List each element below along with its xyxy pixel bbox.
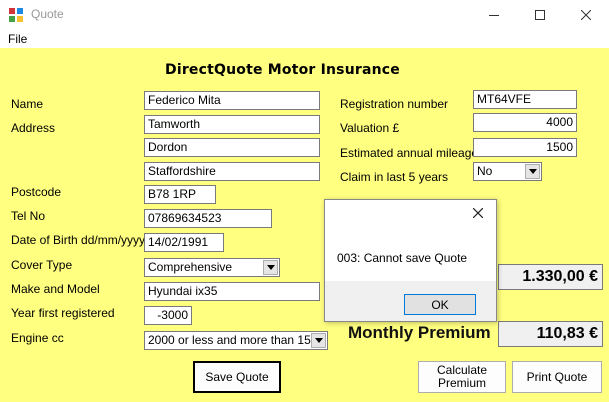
dob-label: Date of Birth dd/mm/yyyy (11, 233, 146, 247)
claim-select[interactable]: No (473, 162, 542, 181)
dialog-message: 003: Cannot save Quote (337, 251, 468, 265)
year-registered-label: Year first registered (11, 306, 115, 320)
monthly-premium-output: 110,83 € (498, 321, 603, 347)
tel-field[interactable]: 07869634523 (144, 209, 272, 228)
close-button[interactable] (563, 0, 609, 30)
address-line2-field[interactable]: Dordon (144, 138, 320, 157)
close-icon (581, 10, 591, 20)
minimize-button[interactable] (471, 0, 517, 30)
window-title: Quote (31, 7, 64, 21)
calculate-premium-button[interactable]: Calculate Premium (418, 361, 506, 393)
app-icon (9, 8, 23, 22)
dialog-close-button[interactable] (470, 205, 486, 221)
valuation-field[interactable]: 4000 (473, 113, 577, 132)
valuation-label: Valuation £ (340, 121, 400, 135)
maximize-icon (535, 10, 545, 20)
mileage-field[interactable]: 1500 (473, 138, 577, 157)
make-model-label: Make and Model (11, 282, 100, 296)
menu-bar: File (0, 30, 609, 48)
menu-file[interactable]: File (8, 32, 27, 46)
chevron-down-icon (525, 164, 540, 179)
save-quote-button[interactable]: Save Quote (193, 361, 281, 393)
print-quote-button[interactable]: Print Quote (512, 361, 602, 393)
address-line3-field[interactable]: Staffordshire (144, 162, 320, 181)
minimize-icon (489, 15, 499, 16)
annual-premium-output: 1.330,00 € (498, 264, 603, 290)
address-line1-field[interactable]: Tamworth (144, 115, 320, 134)
mileage-label: Estimated annual mileage (340, 146, 479, 160)
engine-cc-select[interactable]: 2000 or less and more than 1500 (144, 331, 328, 350)
cover-type-select[interactable]: Comprehensive (144, 258, 280, 277)
dialog-ok-button[interactable]: OK (404, 294, 476, 315)
cover-type-label: Cover Type (11, 258, 73, 272)
chevron-down-icon (263, 260, 278, 275)
cover-type-value: Comprehensive (148, 260, 233, 274)
registration-field[interactable]: MT64VFE (473, 90, 577, 109)
registration-label: Registration number (340, 97, 449, 111)
title-bar: Quote (0, 0, 609, 30)
name-field[interactable]: Federico Mita (144, 91, 320, 110)
postcode-label: Postcode (11, 185, 62, 199)
name-label: Name (11, 97, 44, 111)
claim-label: Claim in last 5 years (340, 170, 449, 184)
form-heading: DirectQuote Motor Insurance (165, 62, 400, 78)
close-icon (473, 208, 483, 218)
chevron-down-icon (311, 333, 326, 348)
maximize-button[interactable] (517, 0, 563, 30)
dob-field[interactable]: 14/02/1991 (144, 233, 224, 252)
tel-label: Tel No (11, 209, 46, 223)
claim-value: No (477, 164, 493, 178)
postcode-field[interactable]: B78 1RP (144, 185, 216, 204)
engine-cc-label: Engine cc (11, 331, 64, 345)
make-model-field[interactable]: Hyundai ix35 (144, 282, 320, 301)
monthly-premium-label: Monthly Premium (348, 323, 491, 342)
year-registered-field[interactable]: -3000 (144, 306, 192, 325)
address-label: Address (11, 121, 56, 135)
engine-cc-value: 2000 or less and more than 1500 (148, 333, 325, 347)
error-dialog: 003: Cannot save Quote OK (324, 199, 497, 322)
